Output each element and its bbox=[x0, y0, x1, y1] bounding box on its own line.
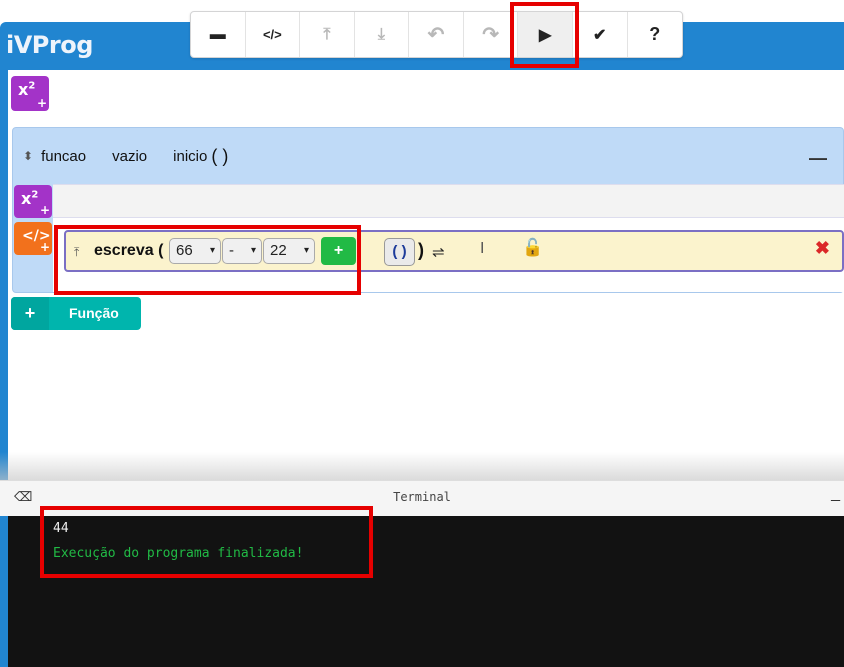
add-function-label: Função bbox=[69, 305, 119, 321]
sort-icon[interactable]: ⬍ bbox=[23, 149, 33, 163]
plus-circle-icon: + bbox=[333, 242, 344, 259]
window-icon: ▬ bbox=[209, 25, 226, 43]
run-button[interactable]: ▶ bbox=[518, 12, 573, 57]
function-params[interactable]: ( ) bbox=[211, 146, 228, 167]
drag-handle-icon[interactable]: ⤒ bbox=[74, 245, 79, 260]
operator-value: - bbox=[229, 242, 234, 259]
upload-icon: ⤒ bbox=[323, 25, 331, 43]
add-local-var-button[interactable]: x2 + bbox=[14, 185, 52, 218]
operand1-value: 66 bbox=[176, 242, 193, 259]
code-icon: </> bbox=[262, 27, 282, 42]
collapse-icon[interactable]: — bbox=[809, 148, 827, 169]
add-command-button[interactable]: </> + bbox=[14, 222, 52, 255]
check-button[interactable]: ✔ bbox=[573, 12, 628, 57]
help-icon: ? bbox=[649, 24, 661, 44]
terminal-left-frame bbox=[0, 516, 8, 667]
visual-mode-button[interactable]: ▬ bbox=[191, 12, 246, 57]
operand1-select[interactable]: 66 ▾ bbox=[169, 238, 221, 264]
text-cursor-icon[interactable]: I bbox=[480, 240, 484, 258]
redo-icon: ↷ bbox=[482, 24, 499, 46]
chevron-down-icon: ▾ bbox=[303, 245, 309, 256]
operand2-select[interactable]: 22 ▾ bbox=[263, 238, 315, 264]
download-button[interactable]: ⤓ bbox=[355, 12, 410, 57]
ivprog-app: iVProg ▬ </> ⤒ ⤓ ↶ ↷ ▶ ✔ ? x2 + ⬍ funcao… bbox=[0, 0, 844, 667]
variable-icon: x2 bbox=[21, 189, 39, 208]
undo-icon: ↶ bbox=[427, 24, 445, 46]
terminal-output: 44 Execução do programa finalizada! bbox=[8, 516, 844, 667]
write-keyword: escreva ( bbox=[94, 242, 164, 259]
remove-command-icon[interactable]: ✖ bbox=[815, 238, 830, 259]
function-header: ⬍ funcao vazio inicio ( ) bbox=[13, 128, 843, 184]
check-icon: ✔ bbox=[593, 26, 607, 44]
plus-icon: + bbox=[39, 203, 50, 217]
help-button[interactable]: ? bbox=[628, 12, 683, 57]
unlock-icon[interactable]: 🔓 bbox=[522, 238, 543, 258]
minimize-icon[interactable]: _ bbox=[831, 485, 840, 503]
redo-button[interactable]: ↷ bbox=[464, 12, 519, 57]
chevron-down-icon: ▾ bbox=[250, 245, 256, 256]
upload-button[interactable]: ⤒ bbox=[300, 12, 355, 57]
write-command[interactable]: ⤒ escreva ( 66 ▾ - ▾ 22 ▾ + ( ) ) ⇌ I 🔓 … bbox=[64, 230, 844, 272]
operand2-value: 22 bbox=[270, 242, 287, 259]
main-toolbar: ▬ </> ⤒ ⤓ ↶ ↷ ▶ ✔ ? bbox=[190, 11, 683, 58]
terminal-output-line: 44 bbox=[53, 521, 69, 536]
parenthesis-button[interactable]: ( ) bbox=[384, 238, 415, 266]
plus-icon: + bbox=[11, 297, 49, 330]
add-global-var-button[interactable]: x2 + bbox=[11, 76, 49, 111]
function-type[interactable]: vazio bbox=[112, 148, 147, 165]
terminal-title: Terminal bbox=[393, 490, 451, 504]
terminal-finish-message: Execução do programa finalizada! bbox=[53, 546, 304, 561]
terminal-shadow bbox=[0, 452, 844, 482]
plus-icon: + bbox=[39, 240, 50, 254]
local-vars-area bbox=[53, 184, 844, 218]
add-operand-button[interactable]: + bbox=[321, 237, 356, 265]
terminal-header: ⌫ Terminal _ bbox=[0, 480, 844, 516]
plus-icon: + bbox=[36, 96, 47, 110]
left-frame bbox=[0, 70, 8, 490]
download-icon: ⤓ bbox=[377, 25, 385, 43]
function-id[interactable]: inicio bbox=[173, 148, 207, 165]
undo-button[interactable]: ↶ bbox=[409, 12, 464, 57]
chevron-down-icon: ▾ bbox=[209, 245, 215, 256]
operator-select[interactable]: - ▾ bbox=[222, 238, 262, 264]
variable-icon: x2 bbox=[18, 80, 36, 99]
app-logo: iVProg bbox=[6, 31, 93, 59]
close-paren: ) bbox=[418, 240, 424, 260]
function-name[interactable]: funcao bbox=[41, 148, 86, 165]
code-mode-button[interactable]: </> bbox=[246, 12, 301, 57]
play-icon: ▶ bbox=[539, 26, 552, 44]
add-function-button[interactable]: + Função bbox=[11, 297, 141, 330]
newline-icon[interactable]: ⇌ bbox=[432, 243, 445, 261]
